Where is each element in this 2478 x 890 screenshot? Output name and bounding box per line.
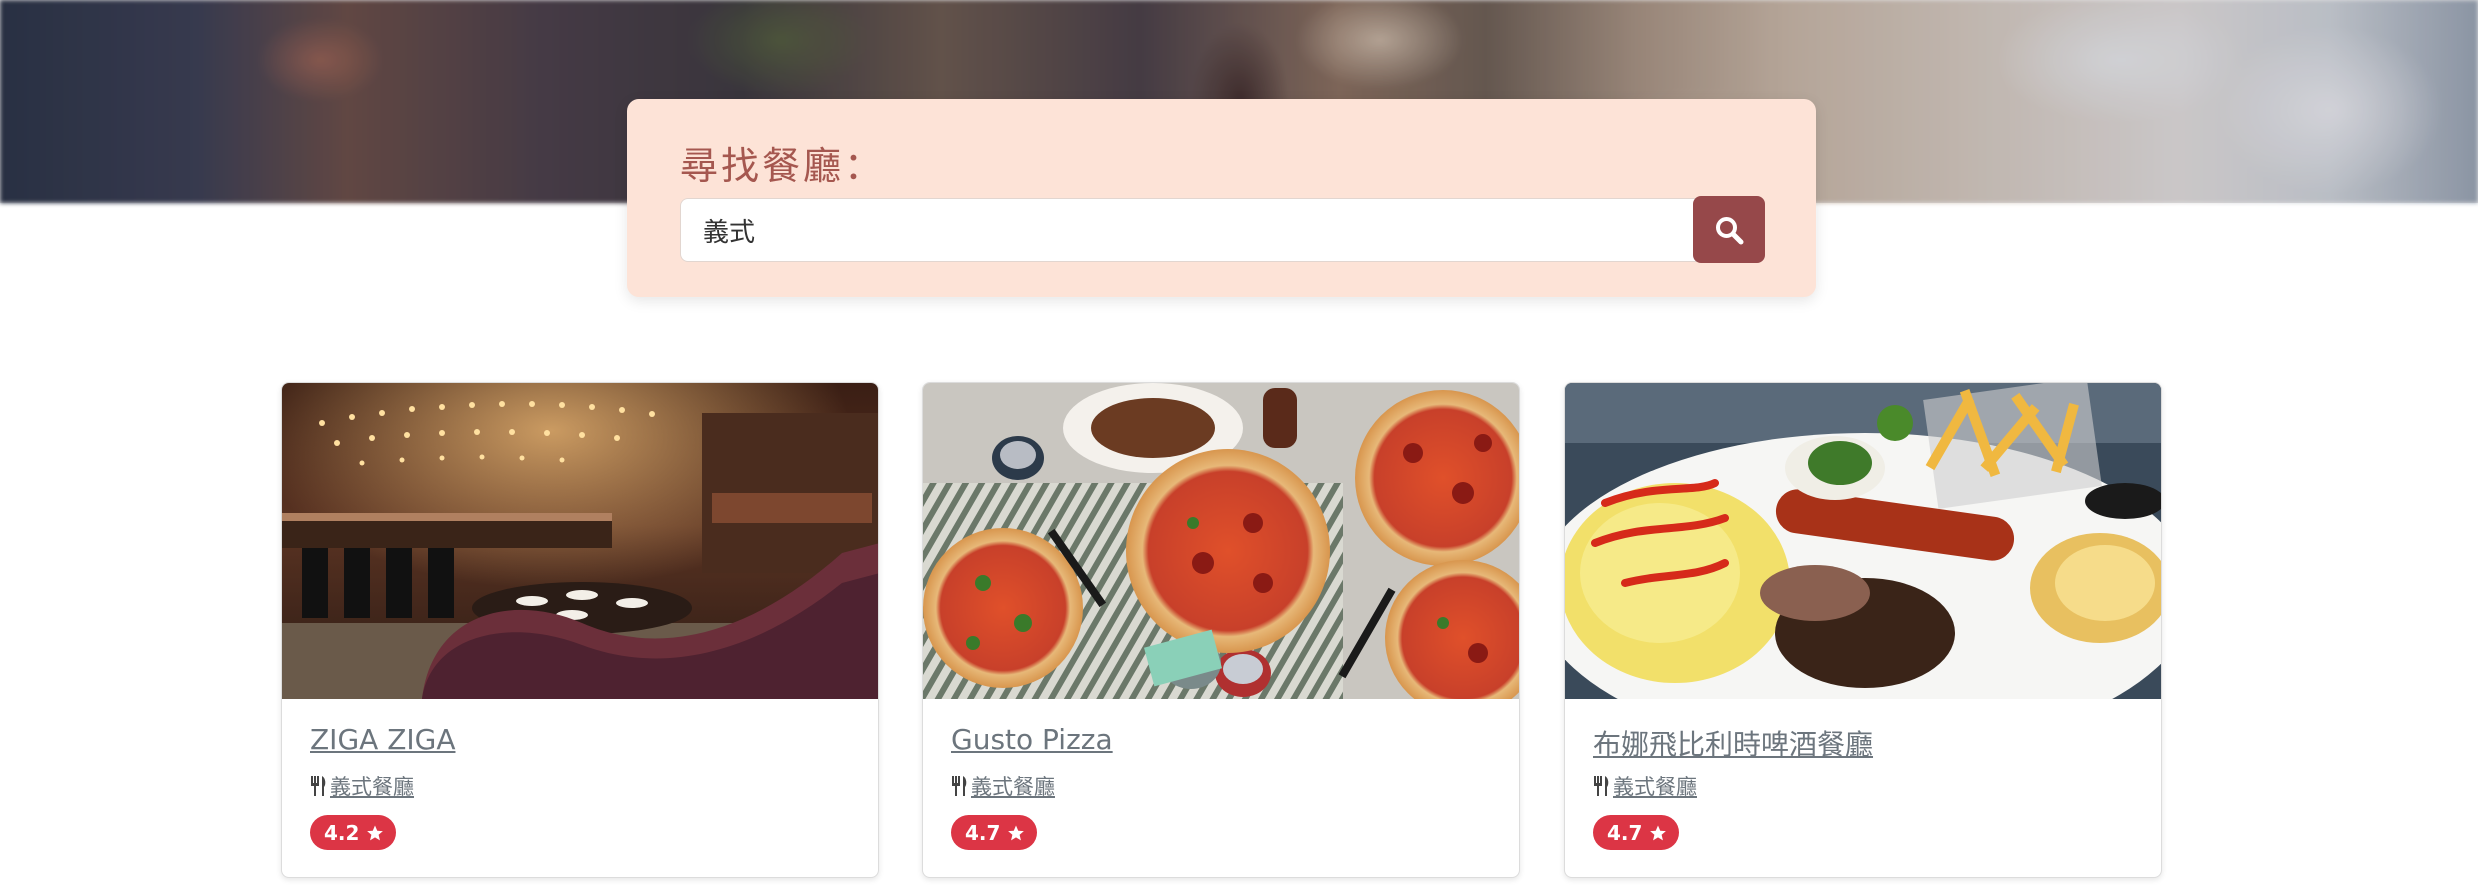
utensils-icon — [1594, 776, 1609, 796]
restaurant-category[interactable]: 義式餐廳 — [951, 771, 1055, 801]
restaurant-photo[interactable] — [923, 383, 1519, 699]
category-label[interactable]: 義式餐廳 — [971, 771, 1055, 801]
search-title: 尋找餐廳： — [680, 144, 886, 188]
restaurant-name[interactable]: Gusto Pizza — [951, 723, 1113, 756]
star-icon — [367, 825, 384, 840]
restaurant-name[interactable]: 布娜飛比利時啤酒餐廳 — [1593, 723, 1873, 763]
restaurant-photo[interactable] — [1565, 383, 2161, 699]
search-input[interactable] — [680, 198, 1699, 262]
category-label[interactable]: 義式餐廳 — [330, 771, 414, 801]
rating-value: 4.7 — [965, 820, 1001, 845]
restaurant-card: Gusto Pizza 義式餐廳 4.7 — [922, 382, 1520, 878]
rating-badge: 4.2 — [310, 815, 397, 850]
utensils-icon — [311, 776, 326, 796]
rating-value: 4.2 — [324, 820, 360, 845]
star-icon — [1008, 825, 1025, 840]
magnifier-icon — [1716, 216, 1744, 244]
rating-badge: 4.7 — [951, 815, 1038, 850]
restaurant-card: 布娜飛比利時啤酒餐廳 義式餐廳 4.7 — [1564, 382, 2162, 878]
restaurant-photo[interactable] — [282, 383, 878, 699]
category-label[interactable]: 義式餐廳 — [1613, 771, 1697, 801]
rating-value: 4.7 — [1607, 820, 1643, 845]
search-panel: 尋找餐廳： — [627, 99, 1816, 297]
search-button[interactable] — [1693, 196, 1765, 263]
restaurant-name[interactable]: ZIGA ZIGA — [310, 723, 455, 756]
restaurant-category[interactable]: 義式餐廳 — [310, 771, 414, 801]
restaurant-card: ZIGA ZIGA 義式餐廳 4.2 — [281, 382, 879, 878]
restaurant-category[interactable]: 義式餐廳 — [1593, 771, 1697, 801]
rating-badge: 4.7 — [1593, 815, 1680, 850]
utensils-icon — [952, 776, 967, 796]
star-icon — [1650, 825, 1667, 840]
